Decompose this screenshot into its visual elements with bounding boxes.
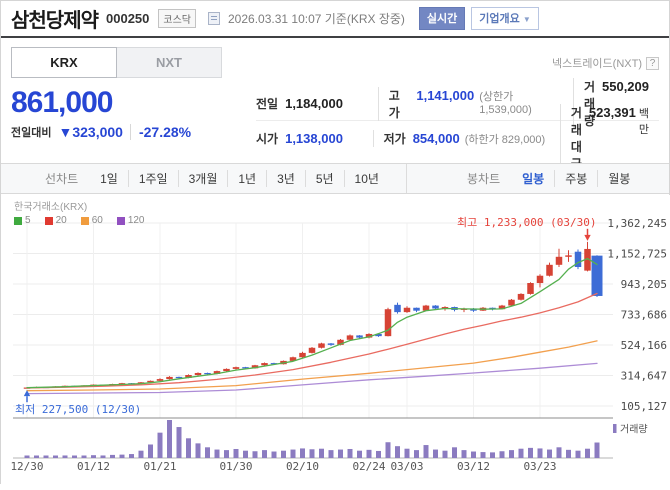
realtime-button[interactable]: 실시간 <box>418 7 466 30</box>
svg-text:01/12: 01/12 <box>77 460 110 473</box>
page-header: 삼천당제약 000250 코스닥 2026.03.31 10:07 기준(KRX… <box>1 1 669 38</box>
svg-text:943,205: 943,205 <box>621 278 667 291</box>
svg-text:01/30: 01/30 <box>219 460 252 473</box>
high-value: 1,141,000 <box>416 87 475 103</box>
period-1year[interactable]: 1년 <box>227 170 266 187</box>
trade-value-unit: 백만 <box>638 108 649 136</box>
candle-chart-options: 봉차트 일봉 주봉 월봉 <box>406 164 669 193</box>
exchange-source-label: 한국거래소(KRX) <box>14 202 88 213</box>
svg-text:03/23: 03/23 <box>523 460 556 473</box>
chart-canvas[interactable]: 1,362,245 1,152,725 943,205 733,686 524,166 3… <box>1 195 670 485</box>
high-cell: 고가 1,141,000 (상한가 1,539,000) <box>377 86 573 121</box>
stock-name: 삼천당제약 <box>11 10 99 32</box>
candle-chart-label: 봉차트 <box>467 172 501 186</box>
svg-text:거래량: 거래량 <box>620 424 648 436</box>
low-label: 저가 <box>383 131 406 146</box>
tab-nxt[interactable]: NXT <box>116 47 222 78</box>
ma-legend: 5 20 60 120 <box>14 215 145 226</box>
prev-close-label: 전일 <box>256 97 279 111</box>
prev-close-cell: 전일 1,184,000 <box>256 95 378 112</box>
tab-krx[interactable]: KRX <box>11 47 117 78</box>
chart-legend: 한국거래소(KRX) 5 20 60 120 <box>14 198 145 226</box>
candle-weekly[interactable]: 주봉 <box>554 170 597 187</box>
open-label: 시가 <box>256 131 279 146</box>
svg-text:02/24: 02/24 <box>352 460 385 473</box>
change-percent: -27.28% <box>129 124 191 140</box>
svg-text:733,686: 733,686 <box>621 309 667 322</box>
chart-toolbar: 선차트 1일 1주일 3개월 1년 3년 5년 10년 봉차트 일봉 주봉 월봉 <box>1 163 669 194</box>
svg-text:1,362,245: 1,362,245 <box>607 217 667 230</box>
period-3year[interactable]: 3년 <box>266 170 305 187</box>
change-value: ▼323,000 <box>58 124 123 140</box>
open-value: 1,138,000 <box>285 130 343 146</box>
svg-text:03/03: 03/03 <box>390 460 423 473</box>
svg-text:최저 227,500 (12/30): 최저 227,500 (12/30) <box>15 403 141 416</box>
svg-text:01/21: 01/21 <box>143 460 176 473</box>
period-1week[interactable]: 1주일 <box>127 170 178 187</box>
market-badge: 코스닥 <box>158 9 196 28</box>
nextrade-info: 넥스트레이드(NXT) ? <box>552 55 659 71</box>
summary-row: 시가 1,138,000 저가 854,000 (하한가 829,000) 거래… <box>256 104 659 172</box>
prev-close-value: 1,184,000 <box>285 96 343 111</box>
stock-page: 삼천당제약 000250 코스닥 2026.03.31 10:07 기준(KRX… <box>0 0 670 485</box>
ma5-legend: 5 <box>14 215 31 226</box>
help-icon[interactable]: ? <box>646 56 659 70</box>
nextrade-label: 넥스트레이드(NXT) <box>551 58 642 70</box>
period-1day[interactable]: 1일 <box>90 170 128 187</box>
candlestick-chart[interactable]: 한국거래소(KRX) 5 20 60 120 1,362,245 1,152,72… <box>1 195 670 485</box>
low-value: 854,000 <box>412 130 460 146</box>
ma60-legend: 60 <box>80 215 103 226</box>
svg-text:최고 1,233,000 (03/30): 최고 1,233,000 (03/30) <box>457 216 596 229</box>
ma120-swatch-icon <box>116 216 125 225</box>
quote-datetime: 2026.03.31 10:07 기준(KRX 장중) <box>228 12 405 26</box>
low-cell: 저가 854,000 (하한가 829,000) <box>372 129 560 147</box>
volume-value: 550,209 <box>602 79 649 94</box>
svg-text:1,152,725: 1,152,725 <box>607 248 667 261</box>
ma5-swatch-icon <box>14 216 22 225</box>
company-overview-button[interactable]: 기업개요 ▼ <box>471 7 539 30</box>
chart-doc-icon <box>208 12 220 25</box>
line-chart-options: 선차트 1일 1주일 3개월 1년 3년 5년 10년 <box>1 164 406 193</box>
period-5year[interactable]: 5년 <box>304 170 344 187</box>
ma120-legend: 120 <box>116 215 145 226</box>
svg-text:03/12: 03/12 <box>457 460 490 473</box>
open-cell: 시가 1,138,000 <box>256 130 373 147</box>
price-section: 861,000 전일대비 ▼323,000 -27.28% 전일 1,184,0… <box>11 78 659 172</box>
change-label: 전일대비 <box>11 127 52 139</box>
svg-text:02/10: 02/10 <box>286 460 319 473</box>
period-10year[interactable]: 10년 <box>343 170 389 187</box>
candle-daily[interactable]: 일봉 <box>512 170 554 187</box>
high-label: 고가 <box>388 88 400 120</box>
trade-value-cell: 거래대금 523,391 백만 <box>559 104 659 172</box>
ma20-swatch-icon <box>44 216 53 225</box>
summary-table: 전일 1,184,000 고가 1,141,000 (상한가 1,539,000… <box>256 78 659 172</box>
svg-text:524,166: 524,166 <box>621 339 667 352</box>
chevron-down-icon: ▼ <box>522 15 531 24</box>
trade-value-label: 거래대금 <box>570 106 582 171</box>
trade-value: 523,391 <box>588 105 636 120</box>
period-3month[interactable]: 3개월 <box>177 170 228 187</box>
limit-up-value: (상한가 1,539,000) <box>479 90 532 116</box>
ma60-swatch-icon <box>80 216 89 225</box>
svg-text:105,127: 105,127 <box>621 400 667 413</box>
company-overview-label: 기업개요 <box>479 13 520 25</box>
exchange-tabs: KRX NXT 넥스트레이드(NXT) ? <box>11 47 659 79</box>
svg-text:12/30: 12/30 <box>10 460 43 473</box>
candle-monthly[interactable]: 월봉 <box>597 170 640 187</box>
stock-code: 000250 <box>106 11 150 26</box>
limit-down-value: (하한가 829,000) <box>464 133 546 146</box>
line-chart-label: 선차트 <box>45 172 79 186</box>
svg-text:314,647: 314,647 <box>621 370 667 383</box>
ma20-legend: 20 <box>44 215 67 226</box>
